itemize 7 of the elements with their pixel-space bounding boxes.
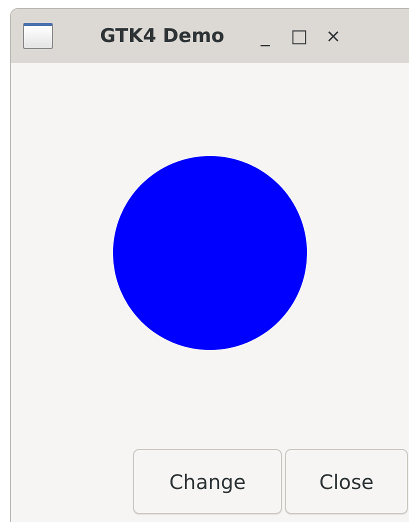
window-title: GTK4 Demo [100, 24, 224, 49]
minimize-button[interactable]: _ [248, 22, 282, 50]
window-icon [23, 23, 53, 49]
maximize-button[interactable]: □ [282, 22, 316, 50]
close-button[interactable]: × [316, 22, 350, 50]
change-button[interactable]: Change [133, 449, 282, 514]
close-button[interactable]: Close [285, 449, 408, 514]
